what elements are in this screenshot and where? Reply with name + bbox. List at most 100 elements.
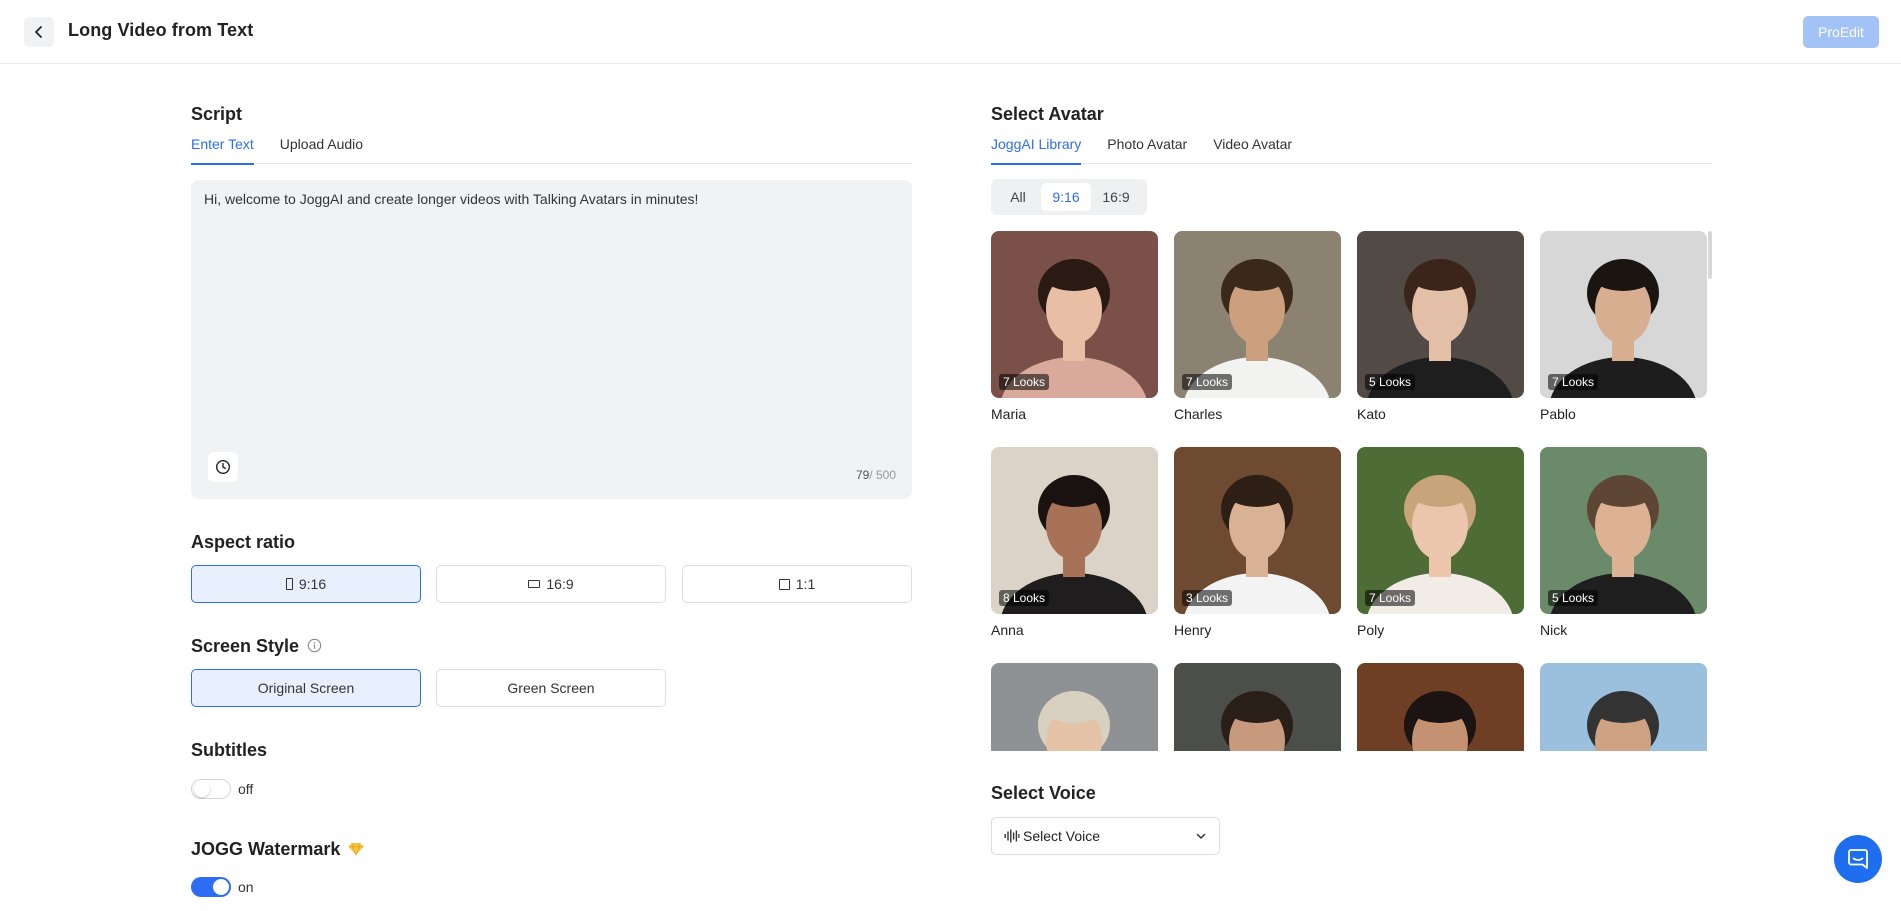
avatar-thumbnail: 7 Looks (1357, 447, 1524, 614)
avatar-scrollbar[interactable] (1708, 231, 1712, 279)
avatar-card[interactable]: 5 Looks Kato (1357, 231, 1524, 422)
avatar-card[interactable] (991, 663, 1158, 751)
char-limit: / 500 (869, 468, 896, 482)
aspect-1-1-label: 1:1 (795, 576, 816, 592)
landscape-ratio-icon (528, 580, 541, 588)
info-icon[interactable] (307, 638, 322, 653)
top-header: Long Video from Text ProEdit (0, 0, 1901, 64)
avatar-card[interactable]: 7 Looks Pablo (1540, 231, 1707, 422)
avatar-name: Henry (1174, 622, 1212, 638)
char-count: 79 (855, 468, 870, 482)
looks-badge: 5 Looks (1365, 374, 1416, 390)
avatar-portrait (1221, 691, 1293, 751)
script-textarea[interactable]: Hi, welcome to JoggAI and create longer … (191, 180, 912, 499)
avatar-thumbnail (1357, 663, 1524, 751)
looks-badge: 3 Looks (1182, 590, 1233, 606)
proedit-button[interactable]: ProEdit (1803, 16, 1879, 48)
avatar-thumbnail: 8 Looks (991, 447, 1158, 614)
avatar-tabs: JoggAI Library Photo Avatar Video Avatar (991, 134, 1712, 165)
history-button[interactable] (208, 452, 238, 482)
back-button[interactable] (24, 17, 54, 47)
portrait-ratio-icon (285, 578, 293, 590)
watermark-title: JOGG Watermark (191, 839, 364, 860)
filter-9-16[interactable]: 9:16 (1041, 183, 1091, 211)
tab-joggai-library[interactable]: JoggAI Library (991, 134, 1082, 165)
script-title: Script (191, 104, 243, 124)
avatar-name: Pablo (1540, 406, 1576, 422)
chat-icon (1848, 849, 1868, 869)
looks-badge: 7 Looks (999, 374, 1050, 390)
original-screen-button[interactable]: Original Screen (191, 669, 421, 707)
green-screen-button[interactable]: Green Screen (436, 669, 666, 707)
page-title: Long Video from Text (68, 20, 254, 40)
avatar-thumbnail: 3 Looks (1174, 447, 1341, 614)
avatar-card[interactable] (1174, 663, 1341, 751)
avatar-thumbnail: 5 Looks (1540, 447, 1707, 614)
looks-badge: 7 Looks (1365, 590, 1416, 606)
avatar-thumbnail (1540, 663, 1707, 751)
looks-badge: 8 Looks (999, 590, 1050, 606)
avatar-portrait (1184, 475, 1330, 614)
avatar-portrait (1550, 475, 1696, 614)
aspect-1-1-button[interactable]: 1:1 (682, 565, 912, 603)
avatar-portrait (1367, 475, 1513, 614)
tab-upload-audio[interactable]: Upload Audio (280, 134, 363, 164)
toggle-knob (213, 879, 229, 895)
looks-badge: 7 Looks (1548, 374, 1599, 390)
char-counter: 79/ 500 (856, 468, 896, 482)
avatar-card[interactable]: 7 Looks Maria (991, 231, 1158, 422)
script-tabs: Enter Text Upload Audio (191, 134, 912, 165)
avatar-card[interactable]: 5 Looks Nick (1540, 447, 1707, 638)
select-voice-dropdown[interactable]: Select Voice (991, 817, 1220, 855)
avatar-portrait (1367, 259, 1513, 398)
avatar-portrait (1550, 259, 1696, 398)
avatar-thumbnail: 7 Looks (991, 231, 1158, 398)
subtitles-state: off (238, 781, 254, 797)
clock-icon (215, 459, 231, 475)
looks-badge: 5 Looks (1548, 590, 1599, 606)
avatar-name: Nick (1540, 622, 1568, 638)
avatar-card[interactable] (1540, 663, 1707, 751)
avatar-name: Poly (1357, 622, 1385, 638)
tab-video-avatar[interactable]: Video Avatar (1213, 134, 1292, 164)
avatar-card[interactable]: 7 Looks Poly (1357, 447, 1524, 638)
aspect-ratio-title: Aspect ratio (191, 532, 296, 552)
aspect-9-16-button[interactable]: 9:16 (191, 565, 421, 603)
avatar-portrait (1038, 691, 1110, 751)
chat-support-button[interactable] (1834, 835, 1882, 883)
select-voice-title: Select Voice (991, 783, 1096, 803)
avatar-card[interactable]: 3 Looks Henry (1174, 447, 1341, 638)
diamond-icon (348, 842, 364, 857)
aspect-16-9-label: 16:9 (546, 576, 574, 592)
tab-enter-text[interactable]: Enter Text (191, 134, 254, 165)
avatar-portrait (1404, 691, 1476, 751)
subtitles-toggle[interactable] (191, 779, 231, 799)
avatar-name: Charles (1174, 406, 1223, 422)
avatar-name: Maria (991, 406, 1027, 422)
tab-photo-avatar[interactable]: Photo Avatar (1107, 134, 1187, 164)
avatar-thumbnail (991, 663, 1158, 751)
filter-all[interactable]: All (995, 183, 1041, 211)
avatar-card[interactable]: 7 Looks Charles (1174, 231, 1341, 422)
select-avatar-title: Select Avatar (991, 104, 1104, 124)
avatar-portrait (1184, 259, 1330, 398)
avatar-grid: 7 Looks Maria 7 Looks Charles 5 Looks Kato 7 L… (991, 231, 1713, 751)
subtitles-title: Subtitles (191, 740, 268, 760)
waveform-icon (1004, 829, 1020, 843)
avatar-portrait (1001, 475, 1147, 614)
avatar-portrait (1587, 691, 1659, 751)
square-ratio-icon (778, 578, 790, 590)
filter-16-9[interactable]: 16:9 (1091, 183, 1141, 211)
watermark-label: JOGG Watermark (191, 839, 341, 859)
aspect-16-9-button[interactable]: 16:9 (436, 565, 666, 603)
script-text: Hi, welcome to JoggAI and create longer … (204, 191, 699, 207)
watermark-toggle[interactable] (191, 877, 231, 897)
select-voice-label: Select Voice (1023, 828, 1101, 844)
avatar-card[interactable]: 8 Looks Anna (991, 447, 1158, 638)
avatar-portrait (1001, 259, 1147, 398)
avatar-name: Anna (991, 622, 1024, 638)
avatar-thumbnail: 7 Looks (1174, 231, 1341, 398)
looks-badge: 7 Looks (1182, 374, 1233, 390)
avatar-card[interactable] (1357, 663, 1524, 751)
screen-style-title: Screen Style (191, 636, 322, 657)
